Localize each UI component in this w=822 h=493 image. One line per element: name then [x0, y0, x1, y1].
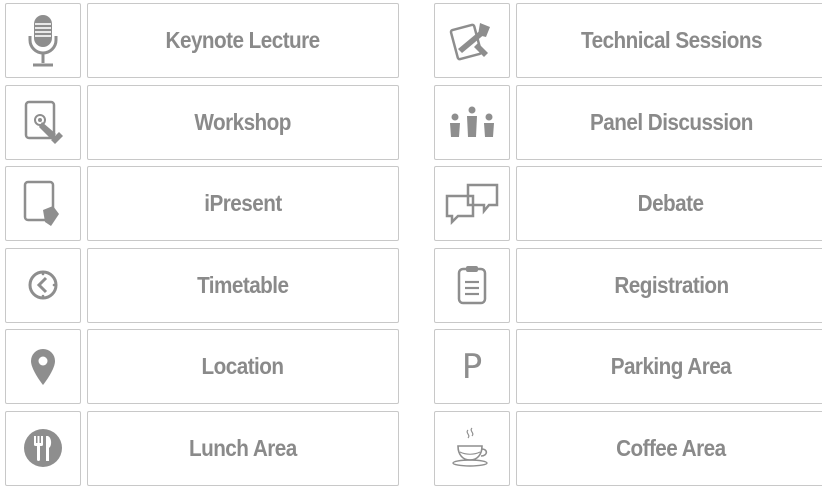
lunch-area-button[interactable]: Lunch Area: [87, 410, 399, 486]
icon-tile[interactable]: [434, 410, 510, 486]
menu-row-timetable[interactable]: Timetable: [5, 247, 399, 325]
menu-row-keynote[interactable]: Keynote Lecture: [5, 3, 399, 80]
microphone-icon: [26, 14, 60, 68]
icon-tile[interactable]: [434, 84, 510, 160]
menu-label: Parking Area: [610, 353, 732, 380]
menu-row-lunch[interactable]: Lunch Area: [5, 410, 399, 488]
left-menu-column: Keynote Lecture Workshop iPresent Timeta…: [5, 3, 399, 493]
icon-tile[interactable]: P: [434, 329, 510, 405]
icon-tile[interactable]: [434, 166, 510, 242]
registration-button[interactable]: Registration: [516, 247, 822, 323]
menu-label: Workshop: [194, 108, 292, 135]
menu-row-registration[interactable]: Registration: [434, 247, 822, 325]
menu-label: Lunch Area: [189, 434, 297, 461]
menu-label: Debate: [638, 190, 704, 217]
clock-icon: [26, 268, 60, 302]
menu-row-panel[interactable]: Panel Discussion: [434, 84, 822, 162]
icon-tile[interactable]: [5, 329, 81, 405]
people-icon: [447, 105, 497, 139]
menu-label: Keynote Lecture: [165, 27, 321, 53]
menu-label: iPresent: [204, 190, 282, 217]
icon-tile[interactable]: [5, 3, 81, 78]
right-menu-column: Technical Sessions Panel Discussion Deba…: [434, 3, 822, 493]
menu-label: Panel Discussion: [589, 108, 753, 135]
fork-knife-icon: [22, 427, 64, 469]
menu-label: Registration: [613, 271, 729, 298]
parking-icon: P: [461, 346, 483, 387]
parking-area-button[interactable]: Parking Area: [516, 329, 822, 405]
debate-button[interactable]: Debate: [516, 166, 822, 242]
icon-tile[interactable]: [5, 166, 81, 242]
icon-tile[interactable]: [5, 247, 81, 323]
menu-row-parking[interactable]: P Parking Area: [434, 329, 822, 406]
icon-tile[interactable]: [434, 247, 510, 323]
technical-sessions-button[interactable]: Technical Sessions: [516, 3, 822, 78]
map-pin-icon: [28, 347, 58, 387]
location-button[interactable]: Location: [87, 329, 399, 405]
menu-label: Location: [202, 353, 284, 380]
menu-label: Coffee Area: [616, 434, 726, 461]
icon-tile[interactable]: [434, 3, 510, 78]
panel-discussion-button[interactable]: Panel Discussion: [516, 84, 822, 160]
icon-tile[interactable]: [5, 84, 81, 160]
chat-bubbles-icon: [444, 182, 500, 226]
keynote-lecture-button[interactable]: Keynote Lecture: [87, 3, 399, 78]
coffee-area-button[interactable]: Coffee Area: [516, 410, 822, 486]
tablet-hand-icon: [21, 180, 65, 228]
coffee-cup-icon: [450, 426, 494, 470]
menu-label: Technical Sessions: [580, 27, 762, 53]
menu-row-location[interactable]: Location: [5, 329, 399, 406]
ipresent-button[interactable]: iPresent: [87, 166, 399, 242]
menu-row-technical[interactable]: Technical Sessions: [434, 3, 822, 80]
workshop-button[interactable]: Workshop: [87, 84, 399, 160]
icon-tile[interactable]: [5, 410, 81, 486]
menu-label: Timetable: [197, 271, 289, 298]
menu-row-debate[interactable]: Debate: [434, 166, 822, 243]
menu-row-ipresent[interactable]: iPresent: [5, 166, 399, 243]
menu-row-workshop[interactable]: Workshop: [5, 84, 399, 162]
timetable-button[interactable]: Timetable: [87, 247, 399, 323]
tools-icon: [448, 17, 496, 65]
menu-row-coffee[interactable]: Coffee Area: [434, 410, 822, 488]
tablet-touch-icon: [21, 100, 65, 145]
clipboard-icon: [456, 264, 488, 306]
